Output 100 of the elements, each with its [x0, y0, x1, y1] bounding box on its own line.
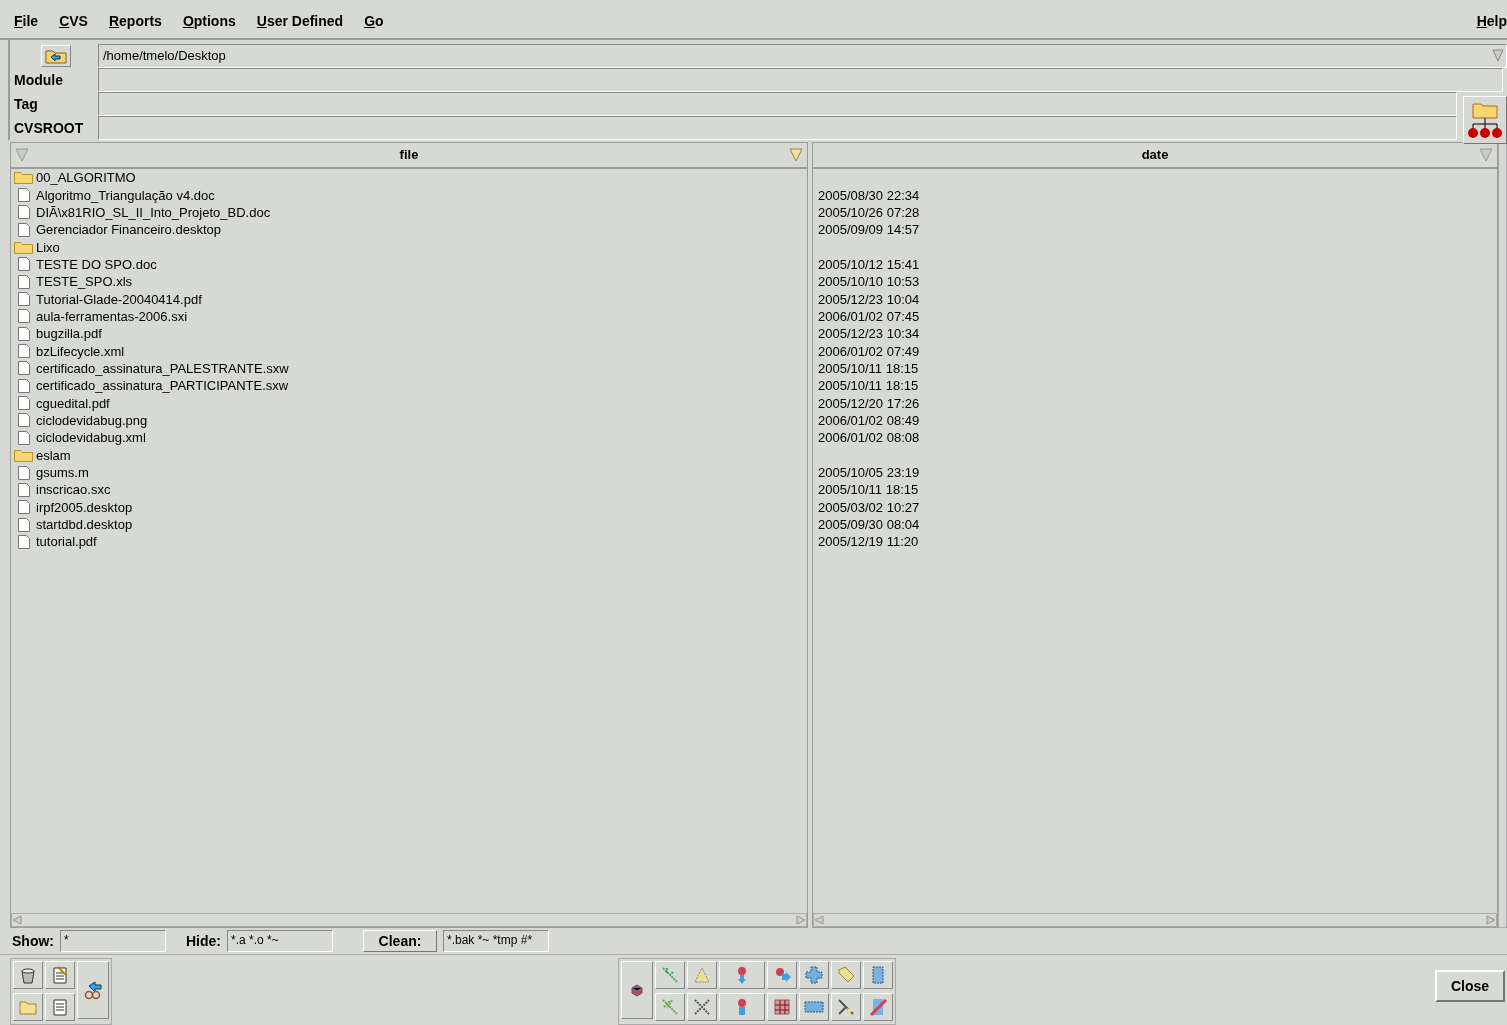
field-label: Module: [14, 70, 63, 90]
dropdown-icon: [1492, 48, 1504, 62]
document-icon: [17, 517, 31, 532]
document-icon: [17, 326, 31, 341]
path-field[interactable]: /home/tmelo/Desktop: [98, 44, 1507, 68]
menu-item[interactable]: File: [14, 10, 39, 32]
edit-document-icon: [50, 965, 70, 985]
folder-icon: [14, 448, 33, 462]
date-cell: 2005/10/11 18:15: [818, 483, 919, 497]
date-cell: 2005/08/30 22:34: [818, 188, 920, 202]
file-name[interactable]: ciclodevidabug.png: [36, 414, 148, 427]
menu-item[interactable]: Go: [364, 10, 384, 32]
file-name[interactable]: certificado_assinatura_PARTICIPANTE.sxw: [36, 379, 289, 393]
document-icon: [17, 274, 31, 289]
help-menu[interactable]: Help: [1476, 10, 1507, 32]
field-label: CVSROOT: [14, 118, 84, 138]
toolbar-button[interactable]: [799, 992, 829, 1021]
toolbar-button[interactable]: [655, 961, 685, 989]
file-name[interactable]: bzLifecycle.xml: [36, 344, 125, 358]
hide-field[interactable]: *.a *.o *~: [227, 930, 333, 952]
file-name[interactable]: inscricao.sxc: [36, 483, 111, 497]
toolbar-button[interactable]: [799, 961, 829, 989]
date-cell: 2005/10/05 23:19: [818, 466, 920, 479]
toolbar-button[interactable]: [13, 992, 43, 1021]
show-label: Show:: [12, 931, 54, 951]
date-cell: 2005/12/23 10:04: [818, 292, 920, 306]
file-name[interactable]: eslam: [36, 448, 71, 462]
tag-icon: [836, 965, 856, 985]
toolbar-button[interactable]: [45, 961, 75, 989]
file-name[interactable]: cguedital.pdf: [36, 396, 110, 410]
toolbar-button[interactable]: [719, 961, 765, 989]
file-name[interactable]: aula-ferramentas-2006.sxi: [36, 309, 188, 323]
document-icon: [17, 344, 31, 359]
strike-page-icon: [868, 996, 888, 1017]
toolbar-button[interactable]: [863, 992, 893, 1021]
file-name[interactable]: bugzilla.pdf: [36, 327, 102, 341]
menu-item[interactable]: User Defined: [256, 10, 344, 32]
file-name[interactable]: Algoritmo_Triangulação v4.doc: [36, 188, 215, 202]
toolbar-button[interactable]: [831, 992, 861, 1021]
close-button[interactable]: Close: [1435, 970, 1505, 1002]
show-field[interactable]: *: [60, 930, 166, 952]
toolbar-button[interactable]: [831, 961, 861, 989]
date-cell: 2006/01/02 08:08: [818, 431, 920, 445]
bucket-icon: [18, 965, 38, 985]
document-icon: [17, 500, 31, 515]
glasses-icon: [83, 980, 103, 1000]
date-cell: 2005/12/23 10:34: [818, 327, 920, 341]
folder-icon: [45, 48, 67, 64]
toolbar-button[interactable]: [687, 992, 717, 1021]
file-name[interactable]: Tutorial-Glade-20040414.pdf: [36, 292, 202, 306]
toolbar-button[interactable]: [45, 992, 75, 1021]
file-name[interactable]: certificado_assinatura_PALESTRANTE.sxw: [36, 361, 289, 375]
filter-icon: [1479, 148, 1493, 162]
clean-button[interactable]: Clean:: [363, 930, 437, 952]
menu-item[interactable]: Options: [182, 10, 236, 32]
file-name[interactable]: irpf2005.desktop: [36, 500, 133, 514]
file-name[interactable]: TESTE_SPO.xls: [36, 275, 133, 289]
document-icon: [17, 222, 31, 237]
cvs-button[interactable]: [1463, 96, 1507, 144]
text-field[interactable]: [98, 92, 1457, 116]
file-name[interactable]: Lixo: [36, 240, 60, 254]
file-name[interactable]: Gerenciador Financeiro.desktop: [36, 223, 221, 237]
file-name[interactable]: tutorial.pdf: [36, 535, 97, 549]
text-field[interactable]: [98, 116, 1457, 140]
document-icon: [17, 292, 31, 307]
file-name[interactable]: gsums.m: [36, 466, 89, 479]
toolbar-button[interactable]: [767, 961, 797, 989]
vertical-scrollbar[interactable]: [1498, 142, 1507, 928]
document-icon: [17, 378, 31, 393]
toolbar-button[interactable]: [621, 961, 653, 1019]
file-name[interactable]: 00_ALGORITMO: [36, 171, 136, 185]
document-icon: [17, 413, 31, 428]
clean-field[interactable]: *.bak *~ *tmp #*: [443, 930, 549, 952]
date-cell: 2006/01/02 07:49: [818, 344, 920, 358]
file-name[interactable]: startdbd.desktop: [36, 518, 133, 532]
toolbar-button[interactable]: [863, 961, 893, 989]
document-icon: [17, 534, 31, 549]
document-icon: [17, 188, 31, 202]
toolbar-button[interactable]: [655, 992, 685, 1021]
file-name[interactable]: TESTE DO SPO.doc: [36, 257, 157, 271]
menu-item[interactable]: Reports: [108, 10, 162, 32]
file-name[interactable]: DIÃ\x81RIO_SL_II_Into_Projeto_BD.doc: [36, 205, 271, 219]
toolbar-button[interactable]: [687, 961, 717, 989]
menu-item[interactable]: CVS: [59, 10, 88, 32]
toolbar-button[interactable]: [719, 992, 765, 1021]
toolbar-button[interactable]: [77, 961, 109, 1019]
date-cell: 2006/01/02 08:49: [818, 414, 920, 427]
document-icon: [17, 361, 31, 376]
file-name[interactable]: ciclodevidabug.xml: [36, 431, 146, 445]
date-cell: 2005/03/02 10:27: [818, 500, 920, 514]
open-folder-button[interactable]: [41, 45, 71, 67]
filter-icon: [15, 148, 29, 162]
filter-icon: [789, 148, 803, 162]
toolbar-button[interactable]: [13, 961, 43, 989]
text-field[interactable]: [98, 68, 1503, 92]
date-cell: 2005/09/09 14:57: [818, 223, 920, 237]
date-cell: 2005/10/26 07:28: [818, 205, 920, 219]
date-cell: 2005/09/30 08:04: [818, 518, 920, 532]
repository-tree-icon: [1465, 100, 1505, 140]
toolbar-button[interactable]: [767, 992, 797, 1021]
